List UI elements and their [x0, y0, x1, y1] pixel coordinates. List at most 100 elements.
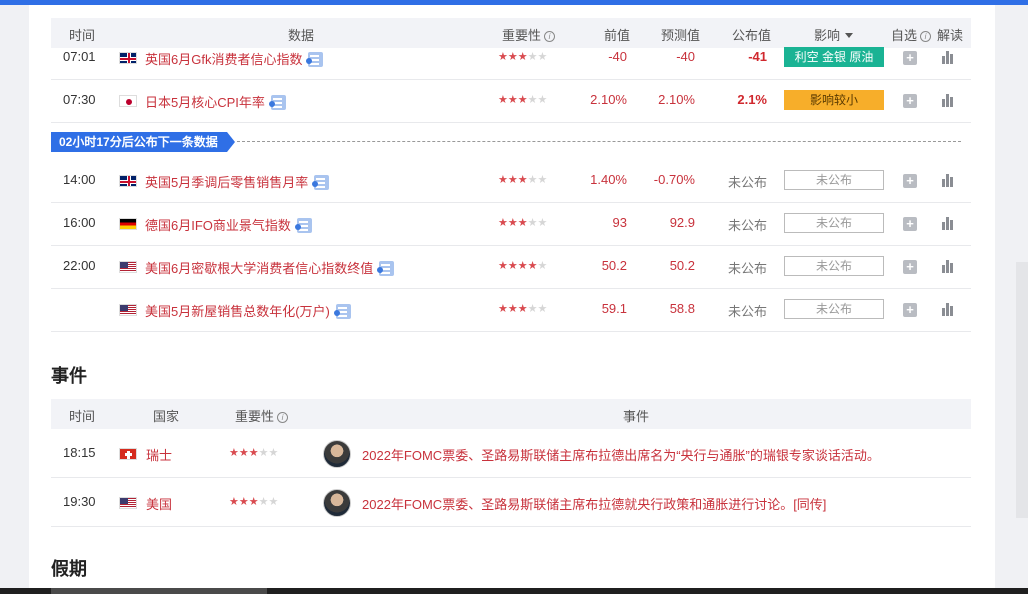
chart-bars-icon[interactable] [941, 50, 955, 64]
add-watch-icon[interactable]: + [903, 51, 917, 65]
indicator-name: 美国5月新屋销售总数年化(万户) [145, 304, 330, 319]
impact-badge: 未公布 [784, 170, 884, 190]
indicator-name: 英国6月Gfk消费者信心指数 [145, 52, 303, 67]
previous-value: 1.40% [590, 172, 627, 187]
row-time: 14:00 [63, 172, 96, 187]
add-watch-icon[interactable]: + [903, 174, 917, 188]
table-row: 美国5月新屋销售总数年化(万户) ★★★★★ 59.1 58.8 未公布 未公布… [51, 289, 971, 332]
col-country: 国家 [153, 409, 180, 424]
document-icon[interactable] [333, 304, 351, 319]
event-link[interactable]: 2022年FOMC票委、圣路易斯联储主席布拉德出席名为“央行与通胀”的瑞银专家谈… [362, 445, 880, 464]
document-icon[interactable] [306, 52, 324, 67]
document-icon[interactable] [294, 218, 312, 233]
forecast-value: 50.2 [669, 258, 695, 273]
importance-stars: ★★★★★ [498, 303, 548, 315]
actual-value: 未公布 [727, 218, 767, 233]
add-watch-icon[interactable]: + [903, 260, 917, 274]
row-time: 07:01 [63, 49, 96, 64]
impact-badge: 影响较小 [784, 90, 884, 110]
indicator-link[interactable]: 德国6月IFO商业景气指数 [145, 215, 312, 234]
indicator-name: 美国6月密歇根大学消费者信心指数终值 [145, 261, 374, 276]
us-flag-icon [119, 304, 137, 316]
actual-value: 2.1% [737, 92, 767, 107]
indicator-link[interactable]: 美国6月密歇根大学消费者信心指数终值 [145, 258, 395, 277]
forecast-value: 2.10% [658, 92, 695, 107]
forecast-value: 58.8 [669, 301, 695, 316]
add-watch-icon[interactable]: + [903, 217, 917, 231]
chart-bars-icon[interactable] [941, 302, 955, 316]
switzerland-flag-icon [119, 448, 137, 460]
row-time: 07:30 [63, 92, 96, 107]
document-icon[interactable] [268, 95, 286, 110]
germany-flag-icon [119, 218, 137, 230]
event-time: 19:30 [63, 494, 96, 509]
table-row: 16:00 德国6月IFO商业景气指数 ★★★★★ 93 92.9 未公布 未公… [51, 203, 971, 246]
indicator-link[interactable]: 美国5月新屋销售总数年化(万户) [145, 301, 351, 320]
table-row: 22:00 美国6月密歇根大学消费者信心指数终值 ★★★★★ 50.2 50.2… [51, 246, 971, 289]
uk-flag-icon [119, 52, 137, 64]
indicator-name: 德国6月IFO商业景气指数 [145, 218, 291, 233]
impact-badge: 未公布 [784, 299, 884, 319]
row-time: 16:00 [63, 215, 96, 230]
indicator-link[interactable]: 英国6月Gfk消费者信心指数 [145, 49, 324, 68]
previous-value: 59.1 [601, 301, 627, 316]
impact-badge: 利空 金银 原油 [784, 47, 884, 67]
indicator-link[interactable]: 英国5月季调后零售销售月率 [145, 172, 330, 191]
holiday-section-title: 假期 [51, 559, 87, 579]
previous-value: -40 [608, 49, 627, 64]
indicator-link[interactable]: 日本5月核心CPI年率 [145, 92, 286, 111]
actual-value: 未公布 [727, 175, 767, 190]
col-importance-label: 重要性 [235, 409, 275, 424]
event-row: 18:15 瑞士 ★★★★★ 2022年FOMC票委、圣路易斯联储主席布拉德出席… [51, 429, 971, 478]
uk-flag-icon [119, 175, 137, 187]
col-importance: 重要性 i [235, 406, 289, 425]
event-row: 19:30 美国 ★★★★★ 2022年FOMC票委、圣路易斯联储主席布拉德就央… [51, 478, 971, 527]
right-scrollbar[interactable] [1016, 262, 1028, 518]
document-icon[interactable] [312, 175, 330, 190]
events-section-title: 事件 [51, 366, 87, 386]
event-country: 美国 [146, 497, 173, 512]
chart-bars-icon[interactable] [941, 173, 955, 187]
calendar-card: 时间 数据 重要性 i 前值 预测值 公布值 影响 自选 i 解读 07:01 英国… [29, 5, 995, 588]
event-country: 瑞士 [146, 448, 173, 463]
actual-value: 未公布 [727, 261, 767, 276]
actual-value: 未公布 [727, 304, 767, 319]
document-icon[interactable] [377, 261, 395, 276]
speaker-avatar [323, 440, 351, 468]
importance-stars: ★★★★★ [498, 260, 548, 272]
indicator-name: 日本5月核心CPI年率 [145, 95, 265, 110]
us-flag-icon [119, 497, 137, 509]
event-time: 18:15 [63, 445, 96, 460]
previous-value: 50.2 [601, 258, 627, 273]
forecast-value: -40 [676, 49, 695, 64]
row-time: 22:00 [63, 258, 96, 273]
japan-flag-icon [119, 95, 137, 107]
importance-stars: ★★★★★ [498, 94, 548, 106]
speaker-avatar [323, 489, 351, 517]
info-icon[interactable]: i [277, 412, 289, 423]
impact-badge: 未公布 [784, 256, 884, 276]
col-event: 事件 [623, 409, 650, 424]
importance-stars: ★★★★★ [498, 174, 548, 186]
banner-divider [237, 141, 961, 142]
impact-badge: 未公布 [784, 213, 884, 233]
event-link[interactable]: 2022年FOMC票委、圣路易斯联储主席布拉德就央行政策和通胀进行讨论。[同传] [362, 494, 826, 513]
forecast-value: 92.9 [669, 215, 695, 230]
actual-value: -41 [748, 49, 767, 64]
importance-stars: ★★★★★ [229, 496, 279, 508]
add-watch-icon[interactable]: + [903, 303, 917, 317]
previous-value: 2.10% [590, 92, 627, 107]
chart-bars-icon[interactable] [941, 259, 955, 273]
table-row: 07:30 日本5月核心CPI年率 ★★★★★ 2.10% 2.10% 2.1%… [51, 80, 971, 123]
next-release-label: 02小时17分后公布下一条数据 [51, 132, 235, 152]
chart-bars-icon[interactable] [941, 93, 955, 107]
us-flag-icon [119, 261, 137, 273]
chart-bars-icon[interactable] [941, 216, 955, 230]
forecast-value: -0.70% [653, 172, 695, 187]
importance-stars: ★★★★★ [229, 447, 279, 459]
importance-stars: ★★★★★ [498, 217, 548, 229]
table-row: 07:01 英国6月Gfk消费者信心指数 ★★★★★ -40 -40 -41 利… [51, 37, 971, 80]
scrollbar-thumb[interactable] [51, 588, 267, 594]
importance-stars: ★★★★★ [498, 51, 548, 63]
add-watch-icon[interactable]: + [903, 94, 917, 108]
